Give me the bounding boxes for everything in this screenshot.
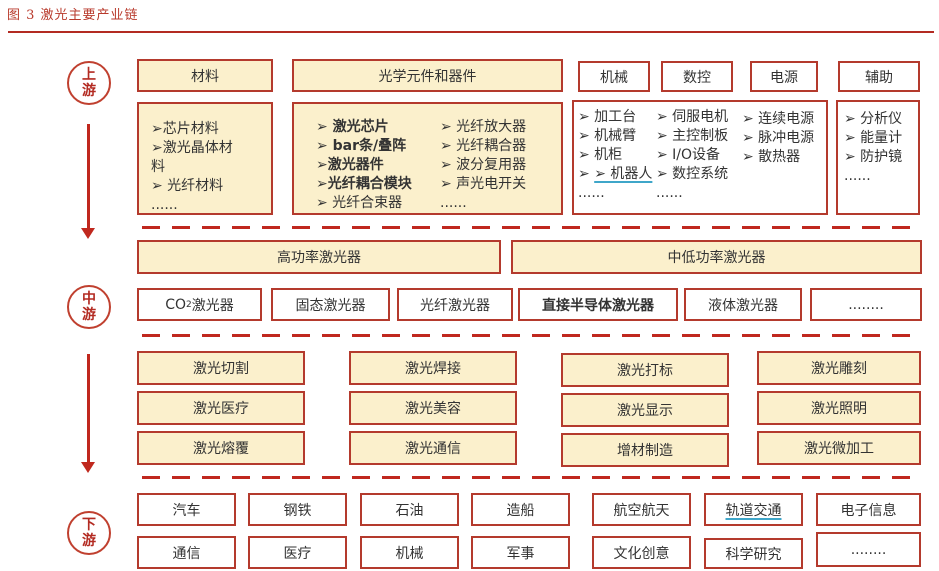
list-item: ➢ 防护镜 [844, 149, 903, 165]
rail-transit-label: 轨道交通 [725, 502, 782, 519]
list-item: ➢ 光纤材料 [151, 178, 224, 194]
header-machinery: 机械 [578, 61, 650, 92]
list-item: ➢ 能量计 [844, 130, 903, 146]
app-laser-medical: 激光医疗 [137, 391, 305, 425]
list-item: ➢ 脉冲电源 [742, 130, 815, 146]
stage-midstream: 中 游 [67, 285, 111, 329]
list-item: ➢ 分析仪 [844, 111, 903, 127]
stage-upstream-char2: 游 [82, 83, 96, 99]
list-item: ➢ 光纤耦合器 [440, 138, 527, 154]
industry-medical: 医疗 [248, 536, 347, 569]
stage-downstream-char2: 游 [82, 533, 96, 549]
industry-automotive: 汽车 [137, 493, 236, 526]
stage-midstream-char2: 游 [82, 307, 96, 323]
list-item: ...... [578, 185, 605, 201]
app-laser-marking: 激光打标 [561, 353, 729, 387]
midstream-arrow-head [81, 462, 95, 473]
list-item: ➢芯片材料 [151, 121, 219, 137]
list-item: ➢ 伺服电机 [656, 109, 729, 125]
list-item: ➢ 连续电源 [742, 111, 815, 127]
figure-title: 图 3 激光主要产业链 [7, 8, 139, 23]
list-item: ➢ bar条/叠阵 [316, 138, 407, 154]
list-item: ➢ 数控系统 [656, 166, 729, 182]
list-item: ➢ 主控制板 [656, 128, 729, 144]
header-auxiliary: 辅助 [838, 61, 920, 92]
section-divider-downstream [142, 476, 918, 479]
industry-steel: 钢铁 [248, 493, 347, 526]
industry-aerospace: 航空航天 [592, 493, 691, 526]
list-item: ➢ I/O设备 [656, 147, 721, 163]
list-item: ➢ 加工台 [578, 109, 637, 125]
co2-laser: CO 2 激光器 [137, 288, 262, 321]
app-laser-cosmetic: 激光美容 [349, 391, 517, 425]
industry-cultural-creative: 文化创意 [592, 536, 691, 569]
header-materials: 材料 [137, 59, 273, 92]
list-item: ➢光纤耦合模块 [316, 176, 412, 192]
industry-rail-transit: 轨道交通 [704, 493, 803, 526]
high-power-lasers: 高功率激光器 [137, 240, 501, 274]
app-laser-micromachining: 激光微加工 [757, 431, 921, 465]
fiber-laser: 光纤激光器 [397, 288, 513, 321]
industry-telecom: 通信 [137, 536, 236, 569]
list-item: ➢激光晶体材 [151, 140, 233, 156]
list-item: ➢ 机柜 [578, 147, 623, 163]
app-laser-display: 激光显示 [561, 393, 729, 427]
list-item: ➢ 机械臂 [578, 128, 637, 144]
header-optics: 光学元件和器件 [292, 59, 563, 92]
upstream-arrow-head [81, 228, 95, 239]
more-lasers: ........ [810, 288, 922, 321]
list-item: ➢ 光纤合束器 [316, 195, 403, 211]
stage-upstream: 上 游 [67, 61, 111, 105]
stage-upstream-char1: 上 [82, 67, 96, 83]
robot-label: ➢ 机器人 [594, 166, 653, 182]
list-item: ➢ 散热器 [742, 149, 801, 165]
direct-diode-laser: 直接半导体激光器 [518, 288, 678, 321]
industry-shipbuilding: 造船 [471, 493, 570, 526]
co2-suffix: 激光器 [191, 297, 234, 314]
co2-prefix: CO [165, 296, 187, 313]
list-item: ➢ ➢ 机器人 [578, 166, 653, 182]
list-item: ➢ 光纤放大器 [440, 119, 527, 135]
industry-more: ........ [816, 532, 921, 567]
industry-petroleum: 石油 [360, 493, 459, 526]
list-item: ➢ 波分复用器 [440, 157, 527, 173]
industry-electronics: 电子信息 [816, 493, 921, 526]
app-laser-communication: 激光通信 [349, 431, 517, 465]
list-item: ➢ 激光芯片 [316, 119, 389, 135]
app-laser-cutting: 激光切割 [137, 351, 305, 385]
title-divider [8, 31, 934, 33]
app-additive-manufacturing: 增材制造 [561, 433, 729, 467]
app-laser-engraving: 激光雕刻 [757, 351, 921, 385]
solid-state-laser: 固态激光器 [271, 288, 390, 321]
stage-midstream-char1: 中 [82, 291, 96, 307]
low-mid-power-lasers: 中低功率激光器 [511, 240, 922, 274]
stage-downstream-char1: 下 [82, 517, 96, 533]
list-item: ...... [656, 185, 683, 201]
list-item: ...... [844, 168, 871, 184]
optics-list: ➢ 激光芯片 ➢ bar条/叠阵 ➢激光器件 ➢光纤耦合模块 ➢ 光纤合束器 ➢… [292, 102, 563, 215]
midstream-arrow-shaft [87, 354, 90, 462]
auxiliary-list: ➢ 分析仪 ➢ 能量计 ➢ 防护镜 ...... [836, 100, 920, 215]
section-divider-midstream [142, 334, 918, 337]
list-item: ➢激光器件 [316, 157, 384, 173]
list-item: ...... [151, 197, 178, 213]
liquid-laser: 液体激光器 [684, 288, 802, 321]
app-laser-welding: 激光焊接 [349, 351, 517, 385]
list-item: ...... [440, 195, 467, 211]
list-item: ➢ 声光电开关 [440, 176, 527, 192]
header-power: 电源 [750, 61, 818, 92]
upstream-arrow-shaft [87, 124, 90, 228]
machinery-list: ➢ 加工台 ➢ 机械臂 ➢ 机柜 ➢ ➢ 机器人 ...... ➢ 伺服电机 ➢… [572, 100, 828, 215]
header-cnc: 数控 [661, 61, 733, 92]
industry-scientific-research: 科学研究 [704, 538, 803, 569]
list-item: 料 [151, 159, 165, 175]
stage-downstream: 下 游 [67, 511, 111, 555]
app-laser-cladding: 激光熔覆 [137, 431, 305, 465]
section-divider-upstream [142, 226, 918, 229]
industry-machinery: 机械 [360, 536, 459, 569]
materials-list: ➢芯片材料 ➢激光晶体材 料 ➢ 光纤材料 ...... [137, 102, 273, 215]
industry-military: 军事 [471, 536, 570, 569]
app-laser-lighting: 激光照明 [757, 391, 921, 425]
